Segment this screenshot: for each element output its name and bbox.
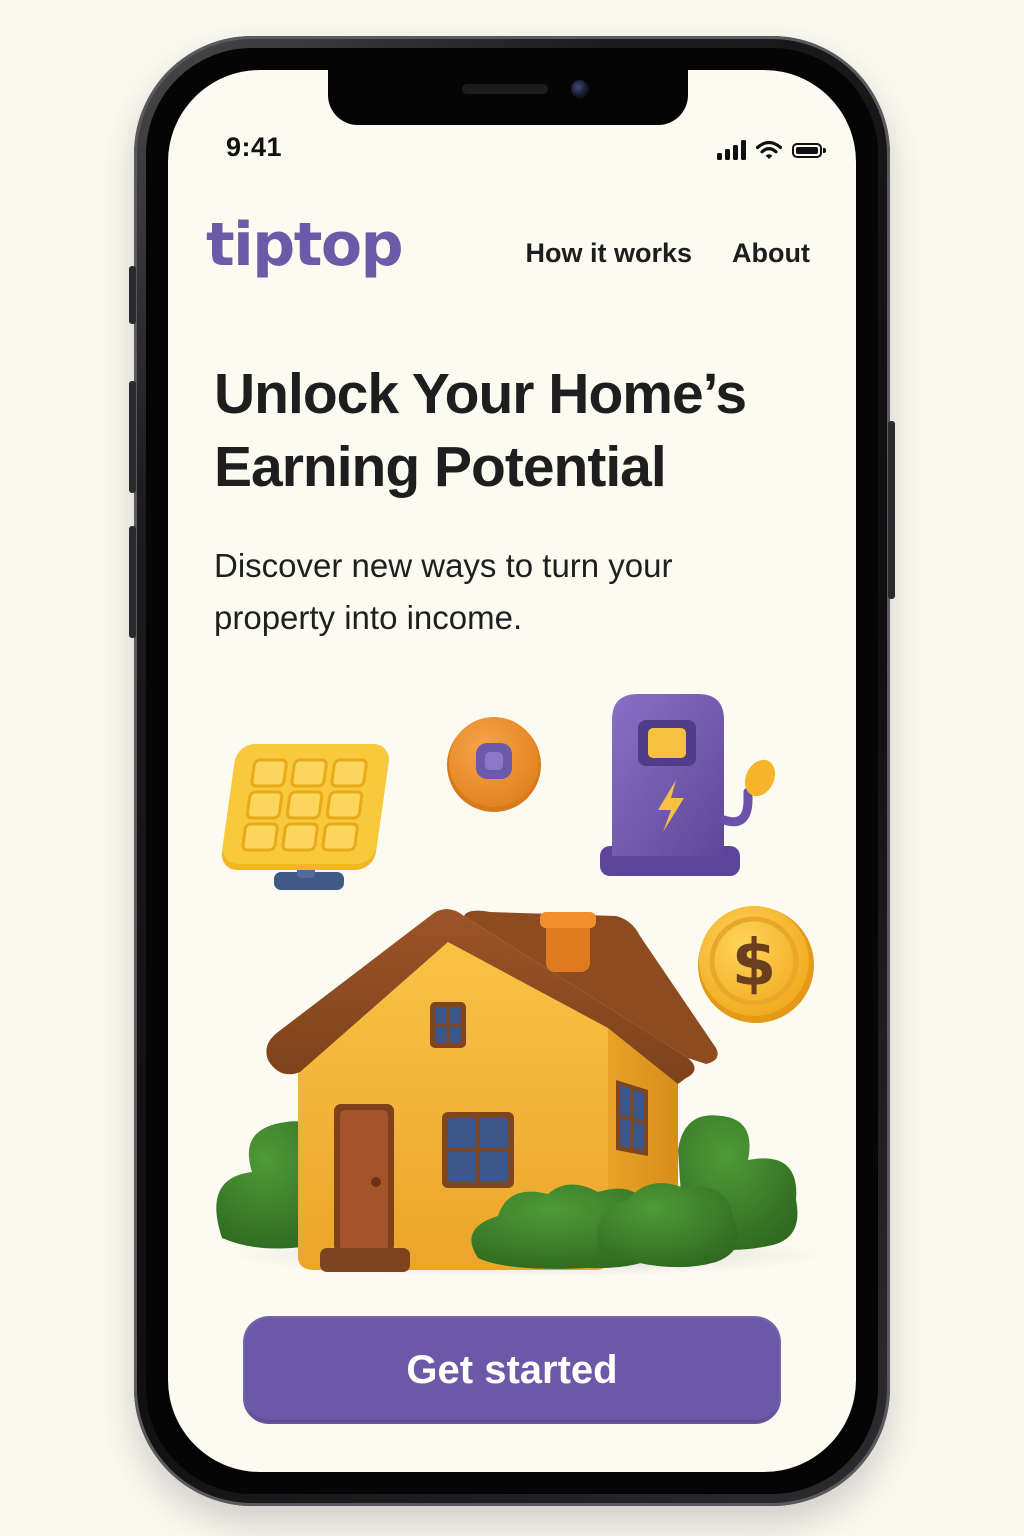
nav-about[interactable]: About	[732, 238, 810, 269]
cellular-signal-icon	[717, 140, 746, 160]
coin-symbol: $	[732, 927, 777, 1001]
phone-frame: 9:41 tiptop How it works About Unlock Yo…	[129, 36, 895, 1506]
get-started-button[interactable]: Get started	[243, 1316, 781, 1424]
phone-screen: 9:41 tiptop How it works About Unlock Yo…	[168, 70, 856, 1472]
hero-title: Unlock Your Home’s Earning Potential	[214, 362, 747, 499]
nav-how-it-works[interactable]: How it works	[526, 238, 693, 269]
front-camera	[571, 80, 589, 98]
battery-icon	[792, 143, 826, 158]
volume-down-button	[129, 526, 136, 638]
dollar-coin-icon: $	[698, 906, 814, 1023]
volume-up-button	[129, 381, 136, 493]
home-earning-illustration: $	[216, 694, 828, 1277]
smart-sensor-icon	[447, 717, 541, 812]
status-icons	[717, 136, 826, 160]
wifi-icon	[756, 140, 782, 159]
status-time: 9:41	[226, 132, 283, 162]
tiptop-logo[interactable]: tiptop	[206, 210, 404, 280]
ev-charger-icon	[600, 694, 776, 876]
silent-switch	[129, 266, 136, 324]
solar-panel-icon	[221, 744, 389, 890]
top-nav: How it works About	[526, 238, 811, 269]
hero-subtitle: Discover new ways to turn your property …	[214, 547, 673, 636]
power-button	[888, 421, 895, 599]
notch	[328, 70, 688, 125]
